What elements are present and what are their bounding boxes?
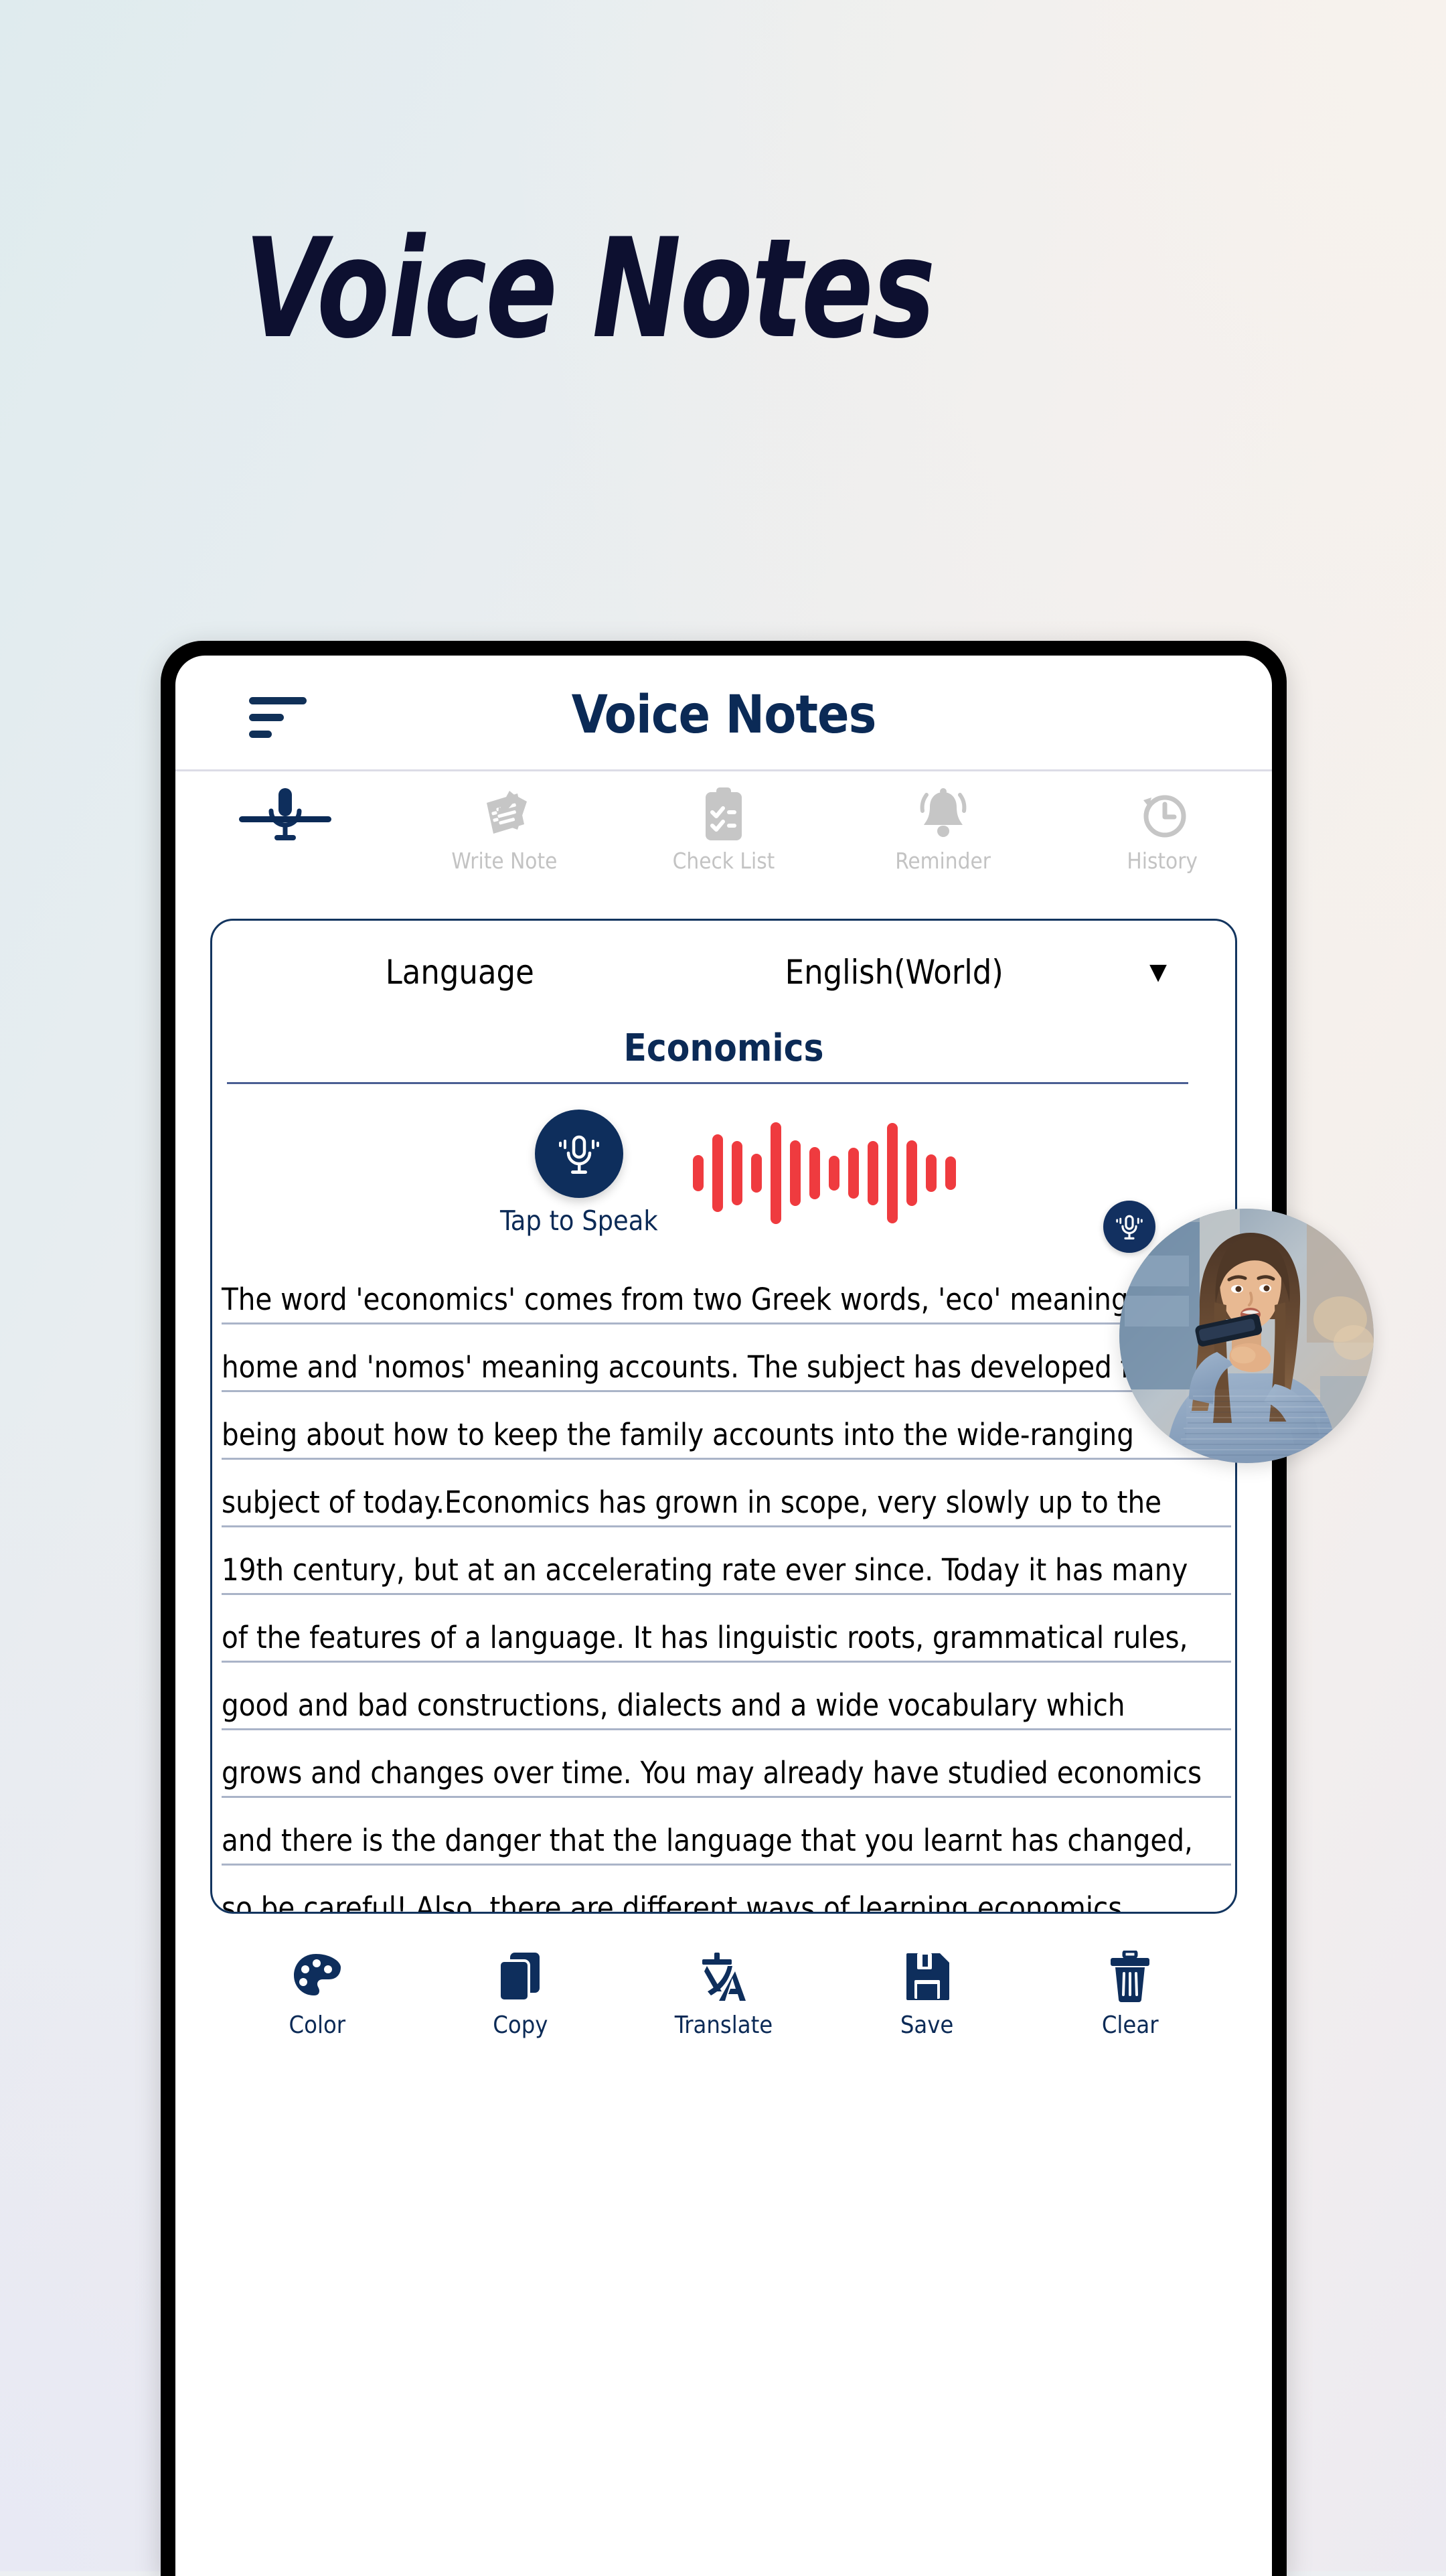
copy-button[interactable]: Copy — [419, 1946, 623, 2039]
waveform-bar — [906, 1140, 917, 1206]
note-line: 19th century, but at an accelerating rat… — [222, 1527, 1231, 1595]
microphone-icon — [175, 786, 395, 844]
save-label: Save — [900, 2012, 954, 2039]
note-line: and there is the danger that the languag… — [222, 1798, 1231, 1866]
app-bar: Voice Notes — [175, 656, 1272, 771]
note-line-text: of the features of a language. It has li… — [222, 1620, 1188, 1655]
note-line-text: good and bad constructions, dialects and… — [222, 1687, 1125, 1723]
microphone-icon[interactable] — [1103, 1201, 1155, 1253]
note-line: grows and changes over time. You may alr… — [222, 1730, 1231, 1798]
waveform-bar — [770, 1122, 781, 1224]
tab-reminder-label: Reminder — [895, 848, 991, 874]
save-floppy-icon — [825, 1946, 1029, 2007]
checklist-icon — [614, 786, 833, 844]
clear-button[interactable]: Clear — [1028, 1946, 1232, 2039]
note-line: home and 'nomos' meaning accounts. The s… — [222, 1324, 1231, 1392]
palette-icon — [216, 1946, 419, 2007]
tab-history[interactable]: History — [1052, 786, 1272, 874]
bell-icon — [833, 786, 1053, 844]
save-button[interactable]: Save — [825, 1946, 1029, 2039]
phone-screen: Voice Notes Write Note Check List Remind… — [175, 656, 1272, 2576]
waveform-bar — [828, 1156, 839, 1191]
note-card: Language English(World) ▼ Economics Tap … — [210, 919, 1237, 1914]
tap-to-speak-label: Tap to Speak — [500, 1205, 658, 1237]
color-button[interactable]: Color — [216, 1946, 419, 2039]
note-line: The word 'economics' comes from two Gree… — [222, 1257, 1231, 1324]
note-line-text: The word 'economics' comes from two Gree… — [222, 1282, 1129, 1317]
note-line: of the features of a language. It has li… — [222, 1595, 1231, 1663]
waveform-bar — [945, 1156, 956, 1190]
tab-write-note[interactable]: Write Note — [395, 786, 615, 874]
trash-icon — [1028, 1946, 1232, 2007]
chevron-down-icon[interactable]: ▼ — [1121, 958, 1195, 987]
language-label: Language — [385, 953, 534, 992]
tap-to-speak-button[interactable]: Tap to Speak — [500, 1110, 658, 1237]
waveform-bar — [925, 1154, 937, 1192]
waveform-bar — [867, 1141, 878, 1205]
note-line: subject of today.Economics has grown in … — [222, 1460, 1231, 1527]
note-line-text: and there is the danger that the languag… — [222, 1823, 1193, 1858]
avatar — [1119, 1209, 1374, 1463]
phone-mockup: Voice Notes Write Note Check List Remind… — [161, 641, 1287, 2576]
note-line: so be careful! Also, there are different… — [222, 1866, 1231, 1914]
write-note-icon — [395, 786, 615, 844]
note-title[interactable]: Economics — [212, 1027, 1235, 1070]
microphone-icon — [534, 1110, 623, 1198]
page-title: Voice Notes — [571, 685, 877, 745]
language-row: Language English(World) ▼ — [212, 921, 1235, 1009]
clock-history-icon — [1052, 786, 1272, 844]
waveform-bar — [712, 1134, 723, 1212]
tab-bar: Write Note Check List Reminder History — [175, 771, 1272, 913]
waveform-bar — [789, 1140, 801, 1206]
tab-check-list[interactable]: Check List — [614, 786, 833, 874]
language-select-value[interactable]: English(World) — [667, 953, 1121, 992]
waveform — [692, 1113, 956, 1233]
note-line-text: 19th century, but at an accelerating rat… — [222, 1552, 1188, 1588]
note-line-text: so be careful! Also, there are different… — [222, 1890, 1131, 1914]
tab-voice[interactable] — [175, 786, 395, 844]
note-line-text: home and 'nomos' meaning accounts. The s… — [222, 1349, 1184, 1385]
tab-reminder[interactable]: Reminder — [833, 786, 1053, 874]
tab-active-underline — [238, 816, 331, 822]
waveform-bar — [750, 1154, 762, 1193]
waveform-bar — [731, 1141, 742, 1205]
translate-label: Translate — [674, 2012, 773, 2039]
note-line-text: grows and changes over time. You may alr… — [222, 1755, 1202, 1791]
note-line: being about how to keep the family accou… — [222, 1392, 1231, 1460]
waveform-bar — [848, 1148, 859, 1199]
waveform-bar — [886, 1123, 898, 1223]
copy-label: Copy — [493, 2012, 548, 2039]
note-title-divider — [227, 1082, 1188, 1084]
copy-icon — [419, 1946, 623, 2007]
waveform-bar — [692, 1155, 704, 1191]
note-text-area[interactable]: The word 'economics' comes from two Gree… — [212, 1257, 1235, 1914]
hero-title-text: Voice Notes — [244, 210, 935, 369]
waveform-bar — [809, 1147, 820, 1199]
speak-row: Tap to Speak — [212, 1110, 1235, 1237]
note-line: good and bad constructions, dialects and… — [222, 1663, 1231, 1730]
color-label: Color — [289, 2012, 346, 2039]
tab-check-list-label: Check List — [672, 848, 775, 874]
tab-history-label: History — [1127, 848, 1198, 874]
hero-title: Voice Notes — [0, 221, 1178, 358]
translate-button[interactable]: Translate — [622, 1946, 825, 2039]
tab-write-note-label: Write Note — [451, 848, 558, 874]
translate-icon — [622, 1946, 825, 2007]
bottom-toolbar: Color Copy Translate Save Clear — [175, 1946, 1272, 2039]
clear-label: Clear — [1101, 2012, 1159, 2039]
note-line-text: subject of today.Economics has grown in … — [222, 1485, 1162, 1520]
note-line-text: being about how to keep the family accou… — [222, 1417, 1134, 1452]
